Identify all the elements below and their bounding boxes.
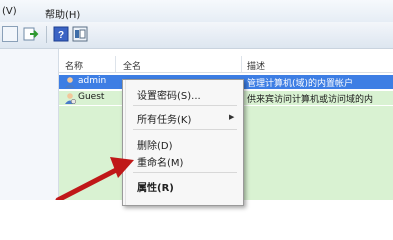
arrow-icon [55,157,134,200]
